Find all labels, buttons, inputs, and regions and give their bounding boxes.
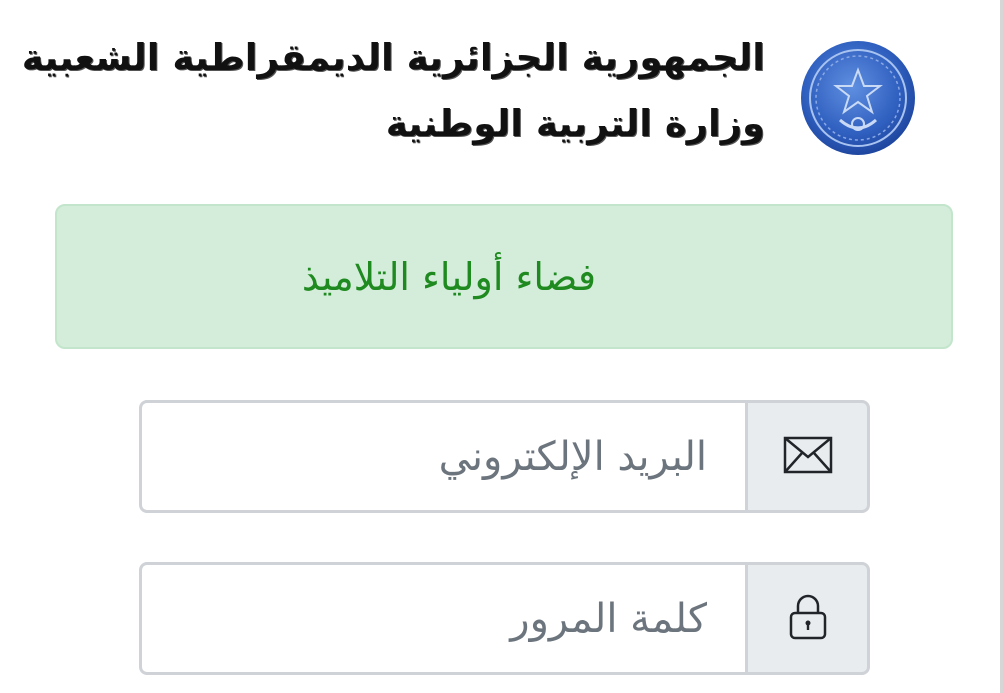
page-header: الجمهورية الجزائرية الديمقراطية الشعبية … xyxy=(0,0,1003,190)
algeria-emblem-icon xyxy=(800,40,916,156)
email-input-group xyxy=(139,400,870,513)
email-field[interactable] xyxy=(139,400,748,513)
password-input-group xyxy=(139,562,870,675)
header-country-title: الجمهورية الجزائرية الديمقراطية الشعبية xyxy=(21,36,765,79)
header-ministry-title: وزارة التربية الوطنية xyxy=(385,102,765,145)
password-field[interactable] xyxy=(139,562,748,675)
lock-icon xyxy=(788,593,828,645)
parents-space-banner: فضاء أولياء التلاميذ xyxy=(55,204,953,349)
password-addon xyxy=(748,562,870,675)
email-addon xyxy=(748,400,870,513)
banner-text: فضاء أولياء التلاميذ xyxy=(301,254,597,299)
envelope-icon xyxy=(783,436,833,478)
